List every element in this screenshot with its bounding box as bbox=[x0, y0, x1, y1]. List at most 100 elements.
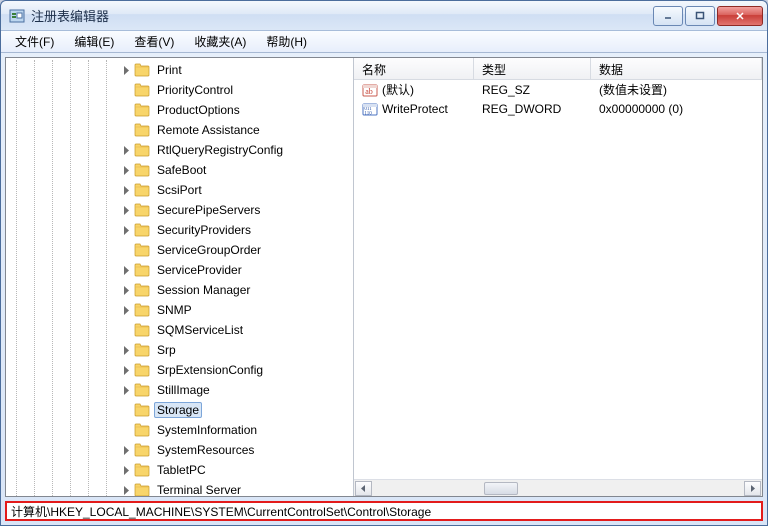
titlebar[interactable]: 注册表编辑器 bbox=[1, 1, 767, 31]
value-type: REG_SZ bbox=[482, 83, 530, 97]
tree-item[interactable]: Srp bbox=[6, 340, 353, 360]
tree-expander-icon[interactable] bbox=[121, 445, 132, 456]
horizontal-scrollbar[interactable] bbox=[354, 479, 762, 496]
scroll-track[interactable] bbox=[373, 481, 743, 496]
folder-icon bbox=[134, 103, 150, 117]
tree-expander-icon[interactable] bbox=[121, 365, 132, 376]
column-type[interactable]: 类型 bbox=[474, 58, 591, 79]
tree-item[interactable]: TabletPC bbox=[6, 460, 353, 480]
folder-icon bbox=[134, 363, 150, 377]
value-data: (数值未设置) bbox=[599, 81, 667, 98]
tree-item[interactable]: ServiceProvider bbox=[6, 260, 353, 280]
tree-item[interactable]: SystemResources bbox=[6, 440, 353, 460]
values-list[interactable]: ab(默认)REG_SZ(数值未设置)011110WriteProtectREG… bbox=[354, 80, 762, 479]
tree-expander-icon[interactable] bbox=[121, 485, 132, 496]
tree-item-label: TabletPC bbox=[154, 462, 209, 478]
window-controls bbox=[653, 6, 763, 26]
scroll-thumb[interactable] bbox=[484, 482, 518, 495]
close-button[interactable] bbox=[717, 6, 763, 26]
tree-expander-icon[interactable] bbox=[121, 205, 132, 216]
regedit-icon bbox=[9, 8, 25, 24]
tree-item-label: SystemInformation bbox=[154, 422, 260, 438]
tree-item[interactable]: SrpExtensionConfig bbox=[6, 360, 353, 380]
tree-expander-icon[interactable] bbox=[121, 305, 132, 316]
tree-item-label: Session Manager bbox=[154, 282, 253, 298]
tree-item[interactable]: ProductOptions bbox=[6, 100, 353, 120]
window-title: 注册表编辑器 bbox=[31, 6, 653, 25]
tree-item-label: SQMServiceList bbox=[154, 322, 246, 338]
tree-item-label: SecurePipeServers bbox=[154, 202, 263, 218]
folder-icon bbox=[134, 283, 150, 297]
tree-expander-icon[interactable] bbox=[121, 345, 132, 356]
folder-icon bbox=[134, 63, 150, 77]
scroll-left-icon[interactable] bbox=[355, 481, 372, 496]
value-type: REG_DWORD bbox=[482, 102, 561, 116]
menu-view[interactable]: 查看(V) bbox=[124, 31, 184, 52]
tree-item[interactable]: Print bbox=[6, 60, 353, 80]
list-row[interactable]: ab(默认)REG_SZ(数值未设置) bbox=[354, 80, 762, 99]
tree-item[interactable]: Remote Assistance bbox=[6, 120, 353, 140]
tree-item[interactable]: Terminal Server bbox=[6, 480, 353, 496]
tree-item[interactable]: SystemInformation bbox=[6, 420, 353, 440]
tree-expander-icon[interactable] bbox=[121, 465, 132, 476]
tree-item[interactable]: ScsiPort bbox=[6, 180, 353, 200]
tree-item-label: Storage bbox=[154, 402, 202, 418]
tree-item-label: ServiceProvider bbox=[154, 262, 245, 278]
folder-icon bbox=[134, 343, 150, 357]
tree-item[interactable]: ServiceGroupOrder bbox=[6, 240, 353, 260]
tree-item[interactable]: SecurePipeServers bbox=[6, 200, 353, 220]
folder-icon bbox=[134, 303, 150, 317]
tree-item[interactable]: StillImage bbox=[6, 380, 353, 400]
column-headers: 名称 类型 数据 bbox=[354, 58, 762, 80]
tree-item[interactable]: Session Manager bbox=[6, 280, 353, 300]
tree-expander-icon[interactable] bbox=[121, 225, 132, 236]
menu-help[interactable]: 帮助(H) bbox=[256, 31, 317, 52]
tree-item[interactable]: SQMServiceList bbox=[6, 320, 353, 340]
tree-item-label: PriorityControl bbox=[154, 82, 236, 98]
svg-text:110: 110 bbox=[364, 111, 372, 116]
menu-file[interactable]: 文件(F) bbox=[5, 31, 64, 52]
tree-item[interactable]: Storage bbox=[6, 400, 353, 420]
scroll-right-icon[interactable] bbox=[744, 481, 761, 496]
svg-text:ab: ab bbox=[365, 87, 373, 96]
tree-expander-icon[interactable] bbox=[121, 285, 132, 296]
tree-item-label: SafeBoot bbox=[154, 162, 209, 178]
tree-item[interactable]: PriorityControl bbox=[6, 80, 353, 100]
folder-icon bbox=[134, 423, 150, 437]
column-name[interactable]: 名称 bbox=[354, 58, 474, 79]
tree-item[interactable]: RtlQueryRegistryConfig bbox=[6, 140, 353, 160]
minimize-button[interactable] bbox=[653, 6, 683, 26]
tree-expander-icon[interactable] bbox=[121, 145, 132, 156]
tree-item[interactable]: SNMP bbox=[6, 300, 353, 320]
menu-edit[interactable]: 编辑(E) bbox=[64, 31, 124, 52]
list-row[interactable]: 011110WriteProtectREG_DWORD0x00000000 (0… bbox=[354, 99, 762, 118]
tree-item[interactable]: SecurityProviders bbox=[6, 220, 353, 240]
maximize-button[interactable] bbox=[685, 6, 715, 26]
tree-expander-icon[interactable] bbox=[121, 385, 132, 396]
folder-icon bbox=[134, 323, 150, 337]
menu-favorites[interactable]: 收藏夹(A) bbox=[184, 31, 256, 52]
tree-expander-icon[interactable] bbox=[121, 265, 132, 276]
client-area: Print PriorityControl ProductOptions Remote… bbox=[5, 57, 763, 497]
tree-item-label: SecurityProviders bbox=[154, 222, 254, 238]
folder-icon bbox=[134, 83, 150, 97]
tree-item-label: Srp bbox=[154, 342, 179, 358]
folder-icon bbox=[134, 203, 150, 217]
value-name: WriteProtect bbox=[382, 102, 448, 116]
tree-item-label: Print bbox=[154, 62, 185, 78]
tree-item-label: SNMP bbox=[154, 302, 195, 318]
column-data[interactable]: 数据 bbox=[591, 58, 762, 79]
folder-icon bbox=[134, 223, 150, 237]
tree-pane[interactable]: Print PriorityControl ProductOptions Remote… bbox=[6, 58, 354, 496]
tree-item-label: ProductOptions bbox=[154, 102, 243, 118]
tree-expander-icon[interactable] bbox=[121, 185, 132, 196]
tree-item-label: Remote Assistance bbox=[154, 122, 263, 138]
folder-icon bbox=[134, 463, 150, 477]
value-data: 0x00000000 (0) bbox=[599, 102, 683, 116]
folder-icon bbox=[134, 443, 150, 457]
tree-item[interactable]: SafeBoot bbox=[6, 160, 353, 180]
tree-expander-icon[interactable] bbox=[121, 65, 132, 76]
folder-icon bbox=[134, 143, 150, 157]
tree-item-label: SystemResources bbox=[154, 442, 257, 458]
tree-expander-icon[interactable] bbox=[121, 165, 132, 176]
